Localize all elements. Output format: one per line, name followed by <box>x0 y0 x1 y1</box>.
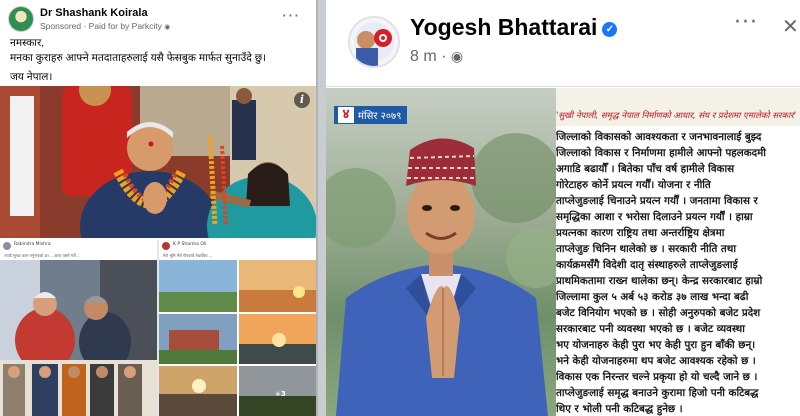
statement-line: जिल्लाको विकास र निर्माणमा हामीले आफ्नो … <box>556 147 766 159</box>
embedded-text: मेरो भूमि मेरो गौरवको रेखाचित्र ... <box>163 253 213 258</box>
post-photo-main[interactable]: i <box>0 86 316 238</box>
date-number: ४ <box>338 107 354 123</box>
garland-photo <box>0 86 316 238</box>
post-header: Dr Shashank Koirala Sponsored · Paid for… <box>8 6 308 34</box>
author-avatar[interactable] <box>8 6 34 32</box>
statement-line: जिल्लाको विकासको आवश्यकता र जनभावनालाई ब… <box>556 131 762 143</box>
embedded-photo-grid-b <box>159 260 316 416</box>
embedded-author: K P Sharma Oli <box>173 242 207 247</box>
statement-text: जिल्लाको विकासको आवश्यकता र जनभावनालाई ब… <box>556 126 800 416</box>
embedded-avatar <box>3 242 11 250</box>
author-name[interactable]: Yogesh Bhattarai ✓ <box>410 14 618 41</box>
statement-line: कार्यक्रमसँगै विदेशी दातृ संस्थाहरुले ता… <box>556 259 738 271</box>
date-banner: ४ मंसिर २०७९ <box>334 106 408 124</box>
close-button[interactable]: ✕ <box>782 14 799 38</box>
avatar-image <box>350 18 398 66</box>
candidate-portrait <box>326 133 556 416</box>
embedded-photo-a <box>0 260 157 416</box>
screenshot-collage: Dr Shashank Koirala Sponsored · Paid for… <box>0 0 800 416</box>
post-image[interactable]: ४ मंसिर २०७९ 'सुखी नेपाली, समृद्ध नेपाल … <box>326 88 800 416</box>
more-options-button[interactable]: ··· <box>282 6 300 25</box>
embedded-post-a[interactable]: Rabindra Mishra ज्यादै सुन्दर काम गर्नुभ… <box>0 240 157 416</box>
sponsored-label[interactable]: Sponsored · Paid for by Parkcity <box>40 21 162 31</box>
post-body-line: जय नेपाल। <box>10 71 53 83</box>
statement-line: थिए र भोली पनी कटिबद्ध हुनेछ । <box>556 403 683 415</box>
post-body-line: नमस्कार, <box>10 37 45 49</box>
more-photos-count[interactable]: +3 <box>275 390 286 398</box>
date-label: मंसिर २०७९ <box>358 111 402 122</box>
author-name[interactable]: Dr Shashank Koirala <box>40 7 148 19</box>
post-photo-grid[interactable]: Rabindra Mishra ज्यादै सुन्दर काम गर्नुभ… <box>0 240 316 416</box>
divider <box>326 86 800 87</box>
statement-line: विकास एक निरन्तर चल्ने प्रकृया हो यो चल्… <box>556 371 758 383</box>
embedded-avatar <box>162 242 170 250</box>
candidate-post: Yogesh Bhattarai ✓ 8 m · ◉ ··· ✕ ४ मंसिर… <box>326 0 800 416</box>
statement-line: समृद्धिका आशा र भरोसा दिलाउने प्रयत्न गर… <box>556 211 753 223</box>
statement-line: प्रयत्नका कारण राष्ट्रिय तथा अन्तर्राष्ट… <box>556 227 725 239</box>
embedded-post-b[interactable]: K P Sharma Oli मेरो भूमि मेरो गौरवको रेख… <box>159 240 316 416</box>
statement-line: भने केही योजनाहरुमा थप बजेट आवश्यक रहेको… <box>556 355 756 367</box>
post-body: नमस्कार, मनका कुराहरु आफ्ने मतदाताहरुलाई… <box>10 36 310 85</box>
statement-line: बजेट विनियोग भएको छ । सोही अनुरुपको बजेट… <box>556 307 761 319</box>
statement-line: प्राथमिकतामा राख्न थालेका छन्। केन्द्र स… <box>556 275 763 287</box>
author-name-text[interactable]: Yogesh Bhattarai <box>410 14 597 40</box>
post-meta: Sponsored · Paid for by Parkcity ◉ <box>40 21 170 31</box>
embedded-author: Rabindra Mishra <box>14 242 51 247</box>
statement-line: जिल्लामा कुल ५ अर्ब ५३ करोड ३७ लाख भन्दा… <box>556 291 749 303</box>
post-time[interactable]: 8 m · ◉ <box>410 48 463 66</box>
statement-line: ताप्लेजुङलाई समृद्ध बनाउने कुरामा हिजो प… <box>556 387 759 399</box>
post-body-line: मनका कुराहरु आफ्ने मतदाताहरुलाई यसै फेसब… <box>10 52 267 64</box>
statement-line: ताप्लेजुङलाई चिनाउने प्रयत्न गर्यौं । जन… <box>556 195 758 207</box>
statement-line: भए योजनाहरु केही पुरा भए केही पुरा हुन ब… <box>556 339 756 351</box>
embedded-text: ज्यादै सुन्दर काम गर्नुभएको छ। ...आज यस्… <box>4 253 80 258</box>
statement-line: सरकारबाट पनी व्यवस्था भएको छ । बजेट व्यव… <box>556 323 745 335</box>
statement-line: अगाडि बढायौँ । बितेका पाँच वर्ष हामीले व… <box>556 163 735 175</box>
statement-line: ताप्लेजुङ चिनिन थालेको छ । सरकारी नीति त… <box>556 243 737 255</box>
verified-badge-icon: ✓ <box>602 22 618 37</box>
slogan: 'सुखी नेपाली, समृद्ध नेपाल निर्माणको आधा… <box>556 111 797 121</box>
globe-icon: ◉ <box>164 24 171 31</box>
author-avatar[interactable] <box>348 16 400 68</box>
sponsored-post: Dr Shashank Koirala Sponsored · Paid for… <box>0 0 318 416</box>
info-icon[interactable]: i <box>294 92 310 108</box>
timestamp[interactable]: 8 m · <box>410 48 446 65</box>
globe-icon: ◉ <box>450 48 464 64</box>
statement-line: गोरेटाहरु कोर्ने प्रयत्न गर्यौं। योजना र… <box>556 179 711 191</box>
more-options-button[interactable]: ··· <box>734 10 758 35</box>
